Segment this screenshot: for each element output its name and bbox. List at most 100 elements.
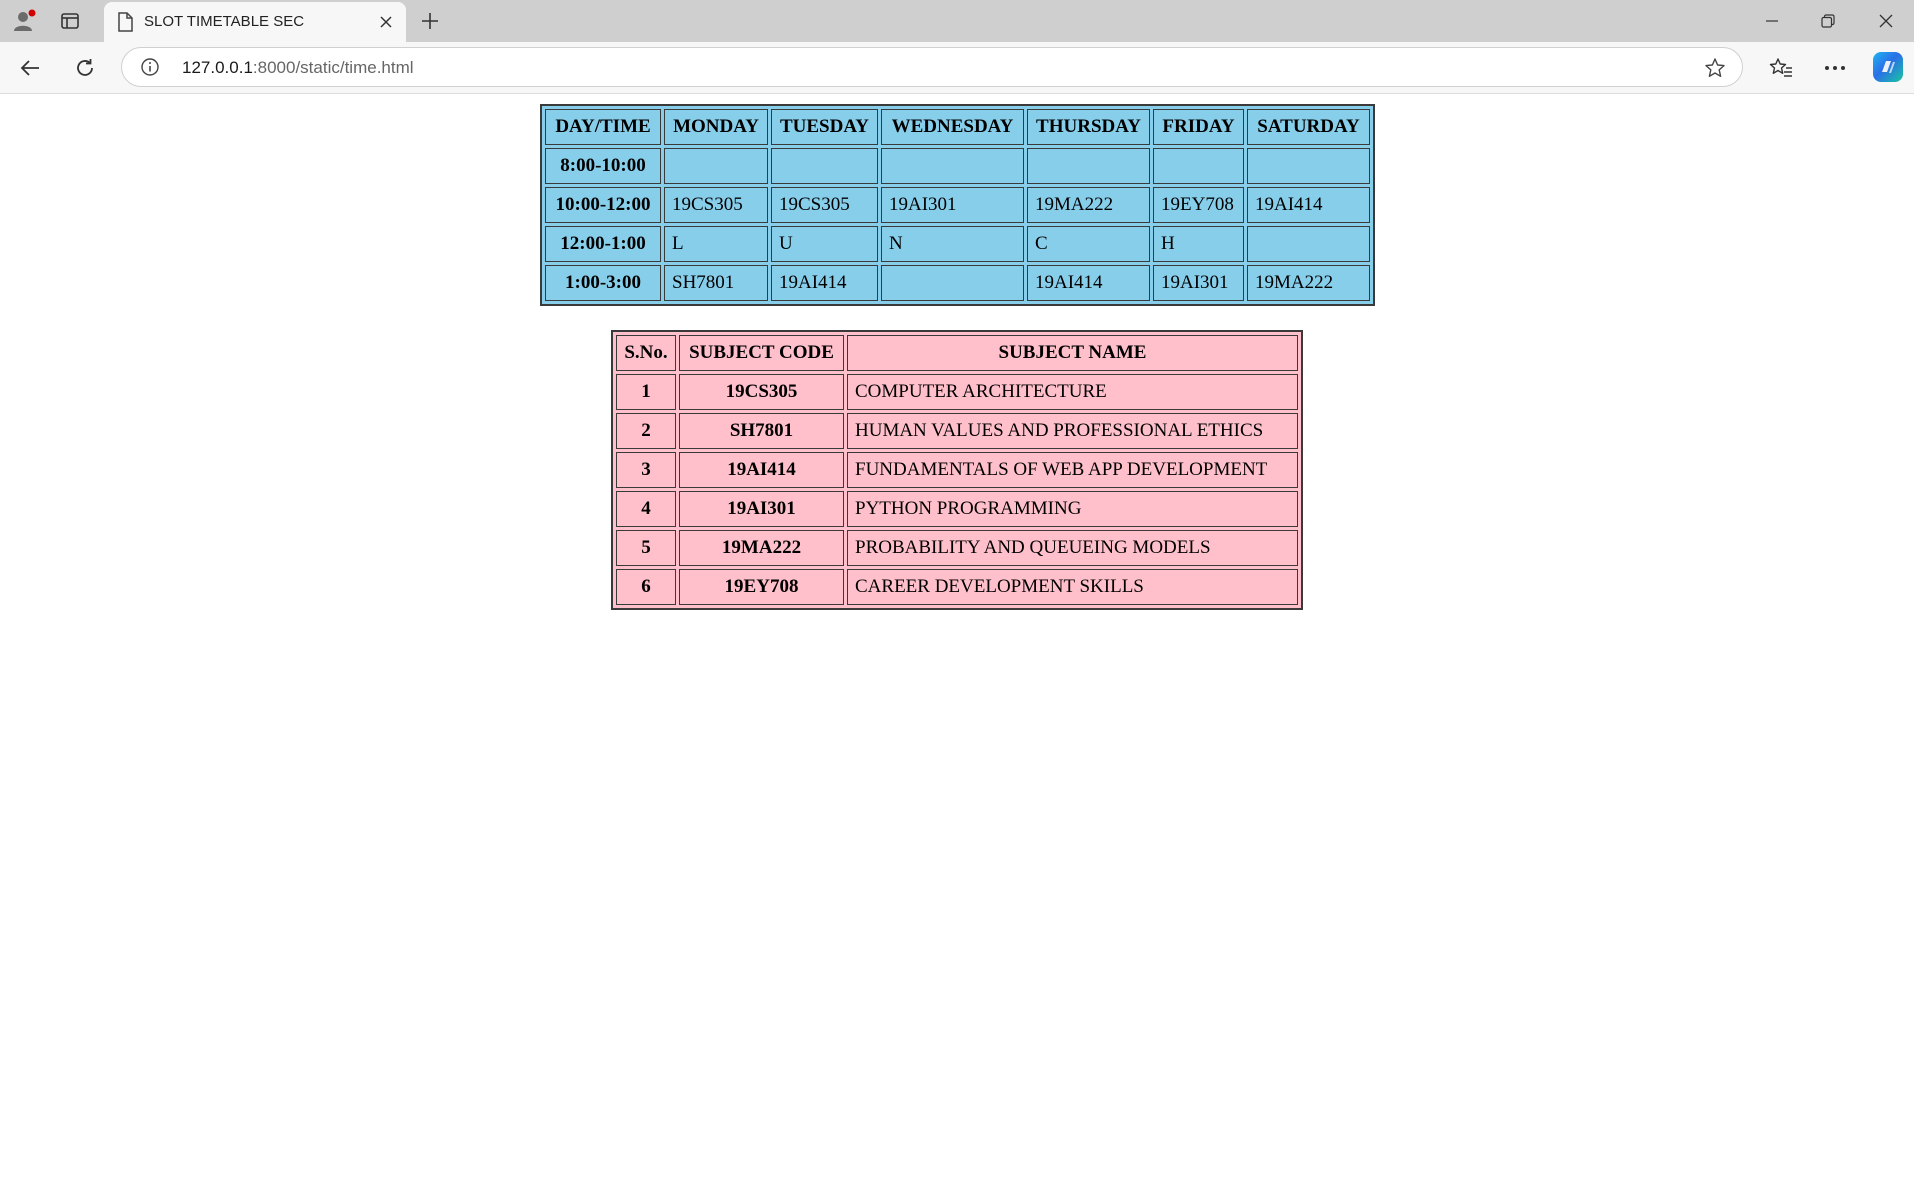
address-bar[interactable]: 127.0.0.1:8000/static/time.html: [121, 47, 1743, 87]
slot-cell: [664, 148, 768, 184]
slot-cell: H: [1153, 226, 1244, 262]
slot-cell: [1027, 148, 1150, 184]
tab-close-button[interactable]: [374, 10, 398, 34]
subject-code: SH7801: [679, 413, 844, 449]
url-path: :8000/static/time.html: [252, 58, 414, 77]
time-slot: 8:00-10:00: [545, 148, 661, 184]
serial-number: 1: [616, 374, 676, 410]
header-friday: FRIDAY: [1153, 109, 1244, 145]
header-day-time: DAY/TIME: [545, 109, 661, 145]
slot-cell: 19MA222: [1027, 187, 1150, 223]
minimize-icon: [1766, 20, 1778, 22]
favorites-list-icon: [1769, 58, 1792, 77]
refresh-icon: [77, 59, 93, 76]
header-tuesday: TUESDAY: [771, 109, 878, 145]
slot-cell: 19AI301: [1153, 265, 1244, 301]
slot-cell: 19EY708: [1153, 187, 1244, 223]
table-row: 6 19EY708 CAREER DEVELOPMENT SKILLS: [616, 569, 1298, 605]
page-icon: [116, 12, 134, 37]
slot-cell: [881, 265, 1024, 301]
subject-code: 19MA222: [679, 530, 844, 566]
back-button[interactable]: [12, 50, 48, 86]
close-icon: [380, 16, 392, 28]
header-sno: S.No.: [616, 335, 676, 371]
subjects-table: S.No. SUBJECT CODE SUBJECT NAME 1 19CS30…: [611, 330, 1303, 610]
slot-cell: U: [771, 226, 878, 262]
url-text[interactable]: 127.0.0.1:8000/static/time.html: [182, 58, 414, 78]
more-dots-icon: [1825, 66, 1845, 70]
new-tab-button[interactable]: [412, 6, 448, 36]
table-row: 1:00-3:00 SH7801 19AI414 19AI414 19AI301…: [545, 265, 1370, 301]
restore-button[interactable]: [1800, 0, 1856, 42]
slot-cell: C: [1027, 226, 1150, 262]
profile-button[interactable]: [2, 0, 46, 42]
slot-cell: [1153, 148, 1244, 184]
close-window-button[interactable]: [1858, 0, 1914, 42]
restore-icon: [1821, 14, 1835, 28]
subject-code: 19CS305: [679, 374, 844, 410]
subject-name: CAREER DEVELOPMENT SKILLS: [847, 569, 1298, 605]
table-row: 5 19MA222 PROBABILITY AND QUEUEING MODEL…: [616, 530, 1298, 566]
favorites-button[interactable]: [1763, 50, 1799, 86]
minimize-button[interactable]: [1744, 0, 1800, 42]
table-row: 3 19AI414 FUNDAMENTALS OF WEB APP DEVELO…: [616, 452, 1298, 488]
table-row: 1 19CS305 COMPUTER ARCHITECTURE: [616, 374, 1298, 410]
table-row: 12:00-1:00 L U N C H: [545, 226, 1370, 262]
close-icon: [1879, 14, 1893, 28]
subject-name: HUMAN VALUES AND PROFESSIONAL ETHICS: [847, 413, 1298, 449]
subject-name: PYTHON PROGRAMMING: [847, 491, 1298, 527]
tab-actions-icon: [61, 13, 79, 29]
page-content: DAY/TIME MONDAY TUESDAY WEDNESDAY THURSD…: [0, 95, 1914, 1196]
favorite-star-icon[interactable]: [1704, 57, 1726, 84]
slot-cell: [1247, 226, 1370, 262]
serial-number: 3: [616, 452, 676, 488]
time-slot: 12:00-1:00: [545, 226, 661, 262]
refresh-button[interactable]: [67, 50, 103, 86]
browser-titlebar: SLOT TIMETABLE SEC: [0, 0, 1914, 42]
copilot-button[interactable]: [1873, 52, 1903, 82]
header-monday: MONDAY: [664, 109, 768, 145]
arrow-left-icon: [20, 60, 39, 76]
slot-cell: 19AI414: [1247, 187, 1370, 223]
table-row: 8:00-10:00: [545, 148, 1370, 184]
subject-code: 19AI301: [679, 491, 844, 527]
table-row: 10:00-12:00 19CS305 19CS305 19AI301 19MA…: [545, 187, 1370, 223]
subject-name: FUNDAMENTALS OF WEB APP DEVELOPMENT: [847, 452, 1298, 488]
header-subject-name: SUBJECT NAME: [847, 335, 1298, 371]
slot-cell: 19AI301: [881, 187, 1024, 223]
subjects-header-row: S.No. SUBJECT CODE SUBJECT NAME: [616, 335, 1298, 371]
serial-number: 4: [616, 491, 676, 527]
url-host: 127.0.0.1: [182, 58, 253, 77]
slot-cell: [1247, 148, 1370, 184]
slot-cell: [881, 148, 1024, 184]
info-icon[interactable]: [140, 57, 160, 82]
subject-code: 19AI414: [679, 452, 844, 488]
time-slot: 10:00-12:00: [545, 187, 661, 223]
profile-icon: [14, 9, 36, 31]
serial-number: 5: [616, 530, 676, 566]
table-row: 4 19AI301 PYTHON PROGRAMMING: [616, 491, 1298, 527]
slot-cell: [771, 148, 878, 184]
slot-cell: L: [664, 226, 768, 262]
slot-cell: 19AI414: [1027, 265, 1150, 301]
settings-more-button[interactable]: [1817, 50, 1853, 86]
copilot-icon: [1882, 61, 1895, 73]
header-thursday: THURSDAY: [1027, 109, 1150, 145]
browser-toolbar: 127.0.0.1:8000/static/time.html: [0, 42, 1914, 94]
slot-cell: 19CS305: [771, 187, 878, 223]
subject-name: COMPUTER ARCHITECTURE: [847, 374, 1298, 410]
serial-number: 2: [616, 413, 676, 449]
subject-code: 19EY708: [679, 569, 844, 605]
tab-active[interactable]: SLOT TIMETABLE SEC: [104, 2, 406, 42]
tab-actions-button[interactable]: [48, 0, 92, 42]
header-saturday: SATURDAY: [1247, 109, 1370, 145]
slot-cell: N: [881, 226, 1024, 262]
slot-cell: SH7801: [664, 265, 768, 301]
tab-title: SLOT TIMETABLE SEC: [144, 13, 305, 30]
time-slot: 1:00-3:00: [545, 265, 661, 301]
timetable: DAY/TIME MONDAY TUESDAY WEDNESDAY THURSD…: [540, 104, 1375, 306]
plus-icon: [422, 13, 438, 29]
slot-cell: 19CS305: [664, 187, 768, 223]
slot-cell: 19AI414: [771, 265, 878, 301]
subject-name: PROBABILITY AND QUEUEING MODELS: [847, 530, 1298, 566]
